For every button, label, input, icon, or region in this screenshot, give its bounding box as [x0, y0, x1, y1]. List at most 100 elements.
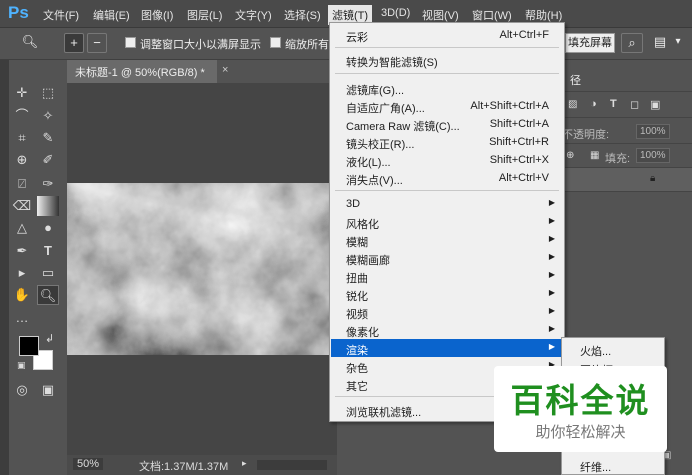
image-filter-icon[interactable]: ▨	[568, 99, 577, 110]
fill-label: 填充:	[605, 153, 631, 165]
resize-windows-checkbox[interactable]	[125, 37, 136, 48]
lock-icon[interactable]: ⊕	[566, 150, 574, 161]
status-arrow-icon[interactable]: ▸	[242, 458, 247, 469]
chevron-down-icon[interactable]: ▾	[668, 33, 688, 53]
horizontal-scrollbar[interactable]	[257, 460, 327, 470]
panel-tab-row: 径	[560, 60, 692, 92]
zoom-all-checkbox[interactable]	[270, 37, 281, 48]
pen-tool-icon[interactable]: ✒	[11, 241, 33, 261]
eraser-tool-icon[interactable]: ⌫	[11, 196, 33, 216]
swap-colors-icon[interactable]: ↲	[45, 332, 54, 345]
artboard-lock-icon[interactable]: ▦	[590, 150, 599, 161]
menu-item-blur-gallery[interactable]: 模糊画廊 ▶	[331, 249, 563, 267]
menu-item-3d[interactable]: 3D ▶	[331, 195, 563, 213]
document-canvas[interactable]	[67, 183, 337, 355]
menu-item-clouds[interactable]: 云彩 Alt+Ctrl+F	[331, 26, 563, 44]
menu-item-pixelate[interactable]: 像素化 ▶	[331, 321, 563, 339]
gradient-tool-icon[interactable]	[37, 196, 59, 216]
hand-tool-icon[interactable]: ✋	[11, 285, 33, 305]
type-tool-icon[interactable]: T	[37, 241, 59, 261]
menu-view[interactable]: 视图(V)	[422, 7, 459, 23]
menu-help[interactable]: 帮助(H)	[525, 7, 562, 23]
magic-wand-icon[interactable]: ✧	[37, 106, 59, 126]
watermark-subtitle: 助你轻松解决	[535, 424, 626, 441]
lasso-tool-icon[interactable]: ⌒	[11, 106, 33, 126]
resize-windows-label: 调整窗口大小以满屏显示	[140, 39, 261, 51]
menu-item-distort[interactable]: 扭曲 ▶	[331, 267, 563, 285]
menu-item-adaptive-wide-angle[interactable]: 自适应广角(A)... Alt+Shift+Ctrl+A	[331, 97, 563, 115]
menu-item-render[interactable]: 渲染 ▶	[331, 339, 563, 357]
crop-tool-icon[interactable]: ⌗	[11, 128, 33, 148]
foreground-color-swatch[interactable]	[19, 336, 39, 356]
shape-filter-icon[interactable]: ◻	[630, 98, 639, 111]
marquee-tool-icon[interactable]: ⬚	[37, 83, 59, 103]
menu-item-liquify[interactable]: 液化(L)... Shift+Ctrl+X	[331, 151, 563, 169]
fill-screen-button[interactable]: 填充屏幕	[565, 33, 615, 53]
menu-item-video[interactable]: 视频 ▶	[331, 303, 563, 321]
fill-field[interactable]: 100%	[636, 148, 670, 163]
move-tool-icon[interactable]: ✛	[11, 83, 33, 103]
history-brush-icon[interactable]: ✑	[37, 174, 59, 194]
rectangle-tool-icon[interactable]: ▭	[37, 263, 59, 283]
menu-layer[interactable]: 图层(L)	[187, 7, 222, 23]
menu-select[interactable]: 选择(S)	[284, 7, 321, 23]
submenu-arrow-icon: ▶	[548, 270, 555, 279]
fill-row: ⊕ ▦ 填充: 100%	[560, 144, 692, 168]
default-colors-icon[interactable]: ▣	[17, 360, 26, 371]
menu-separator	[335, 190, 559, 191]
path-selection-icon[interactable]: ▸	[11, 263, 33, 283]
zoom-out-icon[interactable]: −	[87, 33, 107, 53]
menu-image[interactable]: 图像(I)	[141, 7, 173, 23]
menu-3d[interactable]: 3D(D)	[381, 7, 410, 19]
document-tab[interactable]: 未标题-1 @ 50%(RGB/8) *	[67, 60, 217, 83]
submenu-arrow-icon: ▶	[548, 252, 555, 261]
submenu-item-flame[interactable]: 火焰...	[580, 343, 611, 359]
opacity-field[interactable]: 100%	[636, 124, 670, 139]
filter-menu: 云彩 Alt+Ctrl+F 转换为智能滤镜(S) 滤镜库(G)... 自适应广角(…	[329, 22, 565, 422]
type-filter-icon[interactable]: T	[610, 98, 617, 110]
zoom-tool-preset-icon[interactable]: 🔍︎	[20, 33, 40, 53]
layer-row-background[interactable]: 🔒︎	[560, 168, 692, 192]
menu-item-convert-smart-filter[interactable]: 转换为智能滤镜(S)	[331, 51, 563, 69]
toolbar-strip	[0, 60, 9, 475]
menu-item-blur[interactable]: 模糊 ▶	[331, 231, 563, 249]
brush-tool-icon[interactable]: ✐	[37, 150, 59, 170]
screen-mode-icon[interactable]: ▣	[37, 380, 59, 400]
zoom-tool-icon[interactable]: 🔍︎	[37, 285, 59, 305]
menu-item-stylize[interactable]: 风格化 ▶	[331, 213, 563, 231]
zoom-all-label: 缩放所有	[285, 39, 329, 51]
layer-lock-icon: 🔒︎	[650, 173, 656, 184]
panel-filter-row: ▨ ◑ T ◻ ▣	[560, 94, 692, 118]
clone-stamp-icon[interactable]: ⍁	[11, 174, 33, 194]
menu-edit[interactable]: 编辑(E)	[93, 7, 130, 23]
menu-file[interactable]: 文件(F)	[43, 7, 79, 23]
zoom-level[interactable]: 50%	[73, 458, 104, 470]
menu-type[interactable]: 文字(Y)	[235, 7, 272, 23]
menu-item-vanishing-point[interactable]: 消失点(V)... Alt+Ctrl+V	[331, 169, 563, 187]
document-info: 文档:1.37M/1.37M	[139, 461, 229, 473]
dodge-tool-icon[interactable]: ●	[37, 218, 59, 238]
search-icon[interactable]: ⌕	[621, 33, 643, 53]
workspace-icon[interactable]: ▤	[650, 33, 670, 53]
photoshop-logo: Ps	[8, 3, 29, 22]
watermark-title: 百科全说	[510, 382, 651, 419]
menu-item-filter-gallery[interactable]: 滤镜库(G)...	[331, 79, 563, 97]
submenu-arrow-icon: ▶	[548, 324, 555, 333]
healing-brush-icon[interactable]: ⊕	[11, 150, 33, 170]
menu-item-lens-correction[interactable]: 镜头校正(R)... Shift+Ctrl+R	[331, 133, 563, 151]
menu-item-sharpen[interactable]: 锐化 ▶	[331, 285, 563, 303]
opacity-label: 不透明度:	[562, 129, 610, 141]
submenu-arrow-icon: ▶	[548, 288, 555, 297]
close-icon[interactable]: ×	[222, 64, 228, 76]
smart-filter-icon[interactable]: ▣	[650, 98, 660, 111]
menu-item-camera-raw[interactable]: Camera Raw 滤镜(C)... Shift+Ctrl+A	[331, 115, 563, 133]
submenu-item-fibers[interactable]: 纤维...	[580, 459, 611, 475]
quick-mask-icon[interactable]: ◎	[11, 380, 33, 400]
zoom-in-icon[interactable]: +	[64, 33, 84, 53]
more-tools-icon[interactable]: …	[11, 308, 33, 328]
panel-tab-label[interactable]: 径	[570, 72, 581, 88]
menu-window[interactable]: 窗口(W)	[472, 7, 512, 23]
eyedropper-icon[interactable]: ✎	[37, 128, 59, 148]
blur-tool-icon[interactable]: △	[11, 218, 33, 238]
adjust-filter-icon[interactable]: ◑	[590, 98, 597, 110]
